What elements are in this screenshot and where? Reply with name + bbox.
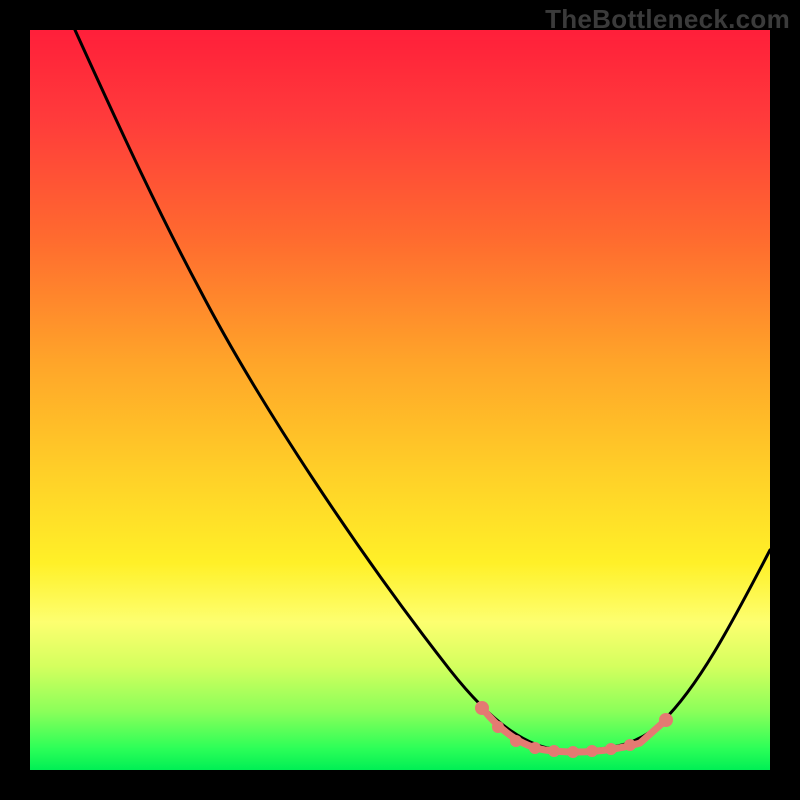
bottleneck-plot bbox=[30, 30, 770, 770]
watermark-text: TheBottleneck.com bbox=[545, 4, 790, 35]
chart-frame: TheBottleneck.com bbox=[0, 0, 800, 800]
bottleneck-curve bbox=[75, 30, 770, 750]
curve-layer bbox=[30, 30, 770, 770]
